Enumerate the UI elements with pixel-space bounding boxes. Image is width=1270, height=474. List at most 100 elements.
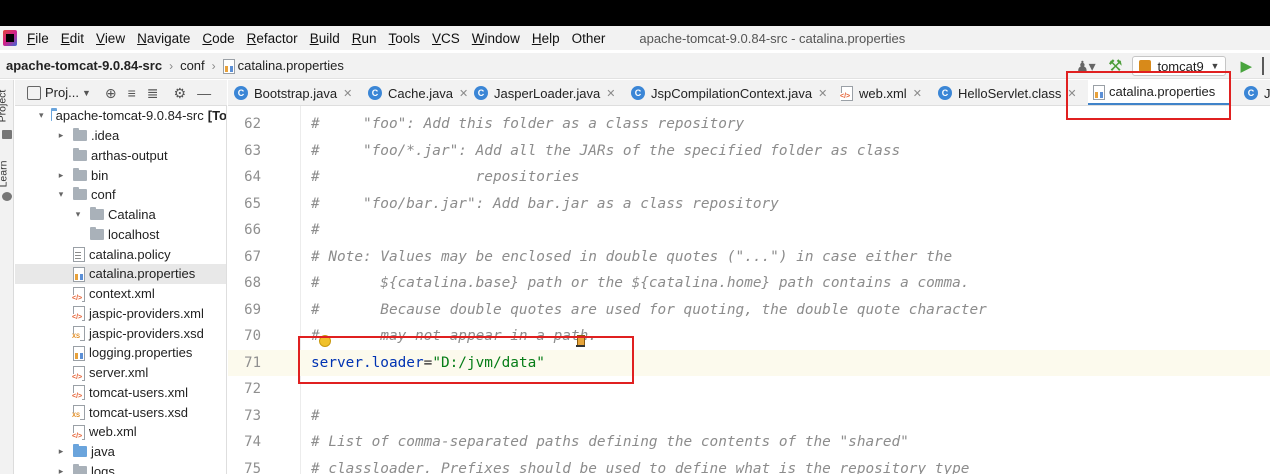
tree-item[interactable]: web.xml [15,422,226,442]
folder-icon [73,167,87,181]
tree-item[interactable]: ▾ Catalina [15,205,226,225]
collapse-all-icon[interactable]: ≣ [147,86,159,100]
more-actions-icon[interactable] [1262,57,1266,75]
editor-tab[interactable]: C HelloServlet.class ✕ [938,80,1077,105]
tree-item[interactable]: arthas-output [15,146,226,166]
tree-item[interactable]: ▸ java [15,442,226,462]
menu-file[interactable]: File [27,31,49,46]
breadcrumb-project[interactable]: apache-tomcat-9.0.84-src [6,58,162,73]
editor-tab[interactable]: web.xml ✕ [840,80,922,105]
run-play-icon[interactable]: ▶ [1240,57,1252,75]
folder-icon [2,130,12,139]
menu-tools[interactable]: Tools [389,31,421,46]
menu-edit[interactable]: Edit [61,31,84,46]
tree-item-label: conf [91,187,116,203]
editor-tab[interactable]: C Bootstrap.java ✕ [234,80,352,105]
project-view-selector[interactable]: Proj... [45,85,79,100]
gear-icon[interactable]: ⚙ [174,86,187,100]
chevron-down-icon[interactable]: ▾ [39,110,44,121]
expand-all-icon[interactable]: ≡ [128,86,136,100]
tree-item-label: apache-tomcat-9.0.84-src [55,108,204,124]
tree-item-label: arthas-output [91,147,168,163]
editor-tab[interactable]: C JspCompilationContext.java ✕ [631,80,827,105]
build-hammer-icon[interactable]: ⚒ [1108,56,1122,76]
tree-item[interactable]: jaspic-providers.xsd [15,323,226,343]
tree-item[interactable]: tomcat-users.xsd [15,402,226,422]
chevron-down-icon[interactable]: ▼ [82,88,91,98]
chevron-down-icon[interactable]: ▾ [73,209,83,220]
project-view-icon [27,85,41,100]
menu-view[interactable]: View [96,31,125,46]
tree-item[interactable]: server.xml [15,363,226,383]
tree-item[interactable]: context.xml [15,284,226,304]
menu-refactor[interactable]: Refactor [247,31,298,46]
tree-item[interactable]: catalina.policy [15,244,226,264]
menu-help[interactable]: Help [532,31,560,46]
property-key: server.loader [311,354,424,371]
tree-item[interactable]: ▾ conf [15,185,226,205]
editor-tab[interactable]: catalina.properties [1088,80,1230,105]
minimize-icon[interactable]: — [197,86,211,100]
chevron-right-icon[interactable]: ▸ [56,446,66,457]
tree-item[interactable]: ▾ apache-tomcat-9.0.84-src [To [15,106,226,126]
code-line: 67 # Note: Values may be enclosed in doub… [228,244,1270,271]
tree-item[interactable]: tomcat-users.xml [15,383,226,403]
tree-item-label: jaspic-providers.xsd [89,325,204,341]
line-number: 75 [244,460,261,474]
tree-item[interactable]: catalina.properties [15,264,226,284]
close-icon[interactable]: ✕ [343,87,352,100]
editor-tab[interactable]: C JasperLoader.java ✕ [474,80,615,105]
close-icon[interactable]: ✕ [1067,87,1076,100]
learn-tool-window-button[interactable]: Learn [0,161,9,188]
menu-window[interactable]: Window [472,31,520,46]
close-icon[interactable]: ✕ [913,87,922,100]
menu-bar: File Edit View Navigate Code Refactor Build Run… [0,26,1270,50]
tree-item[interactable]: localhost [15,225,226,245]
menu-label-rest: CS [441,30,460,46]
lightbulb-icon[interactable] [319,335,331,347]
chevron-right-icon[interactable]: ▸ [56,170,66,181]
comment-text: # repositories [311,169,580,185]
chevron-down-icon[interactable]: ▾ [56,189,66,200]
tree-item[interactable]: jaspic-providers.xml [15,304,226,324]
chevron-right-icon[interactable]: ▸ [56,130,66,141]
breadcrumb-separator-icon: › [169,58,174,73]
breadcrumb-folder[interactable]: conf [180,58,205,73]
tree-item-label: localhost [108,226,160,242]
run-configuration-dropdown[interactable]: tomcat9 ▼ [1132,56,1227,76]
tree-item[interactable]: ▸ logs [15,462,226,474]
close-icon[interactable]: ✕ [818,87,827,100]
chevron-right-icon[interactable]: ▸ [56,466,66,474]
editor-tab-label: JspCompilationContext.java [651,85,813,101]
folder-icon [90,207,104,221]
line-number: 62 [244,116,261,132]
breadcrumb-separator-icon: › [211,58,216,73]
breadcrumb-file-label: catalina.properties [237,58,344,73]
line-number: 70 [244,328,261,344]
menu-code[interactable]: Code [202,31,234,46]
menu-label-rest: ools [395,30,421,46]
editor-tab-bar: C Bootstrap.java ✕ C Cache.java ✕ C JasperLoade… [228,80,1270,106]
menu-navigate[interactable]: Navigate [137,31,190,46]
tree-item[interactable]: logging.properties [15,343,226,363]
locate-target-icon[interactable]: ⊕ [105,86,117,100]
menu-run[interactable]: Run [352,31,377,46]
menu-other[interactable]: Other [572,31,606,46]
close-icon[interactable]: ✕ [606,87,615,100]
project-tool-window-button[interactable]: Project [0,90,8,123]
code-line: 72 [228,376,1270,403]
menu-label-rest: ile [35,30,49,46]
menu-vcs[interactable]: VCS [432,31,460,46]
user-icon[interactable]: ♟▾ [1076,58,1096,74]
menu-build[interactable]: Build [310,31,340,46]
code-line: 63 # "foo/*.jar": Add all the JARs of the… [228,138,1270,165]
folder-icon [73,444,87,458]
tree-item[interactable]: ▸ bin [15,165,226,185]
editor-tab[interactable]: C Cache.java ✕ [368,80,468,105]
tree-item[interactable]: ▸ .idea [15,126,226,146]
close-icon[interactable]: ✕ [459,87,468,100]
breadcrumb-file[interactable]: catalina.properties [222,58,344,74]
folder-icon [50,108,58,122]
editor-tab[interactable]: CJ [1244,80,1270,105]
code-editor[interactable]: 62 # "foo": Add this folder as a class re… [228,106,1270,474]
